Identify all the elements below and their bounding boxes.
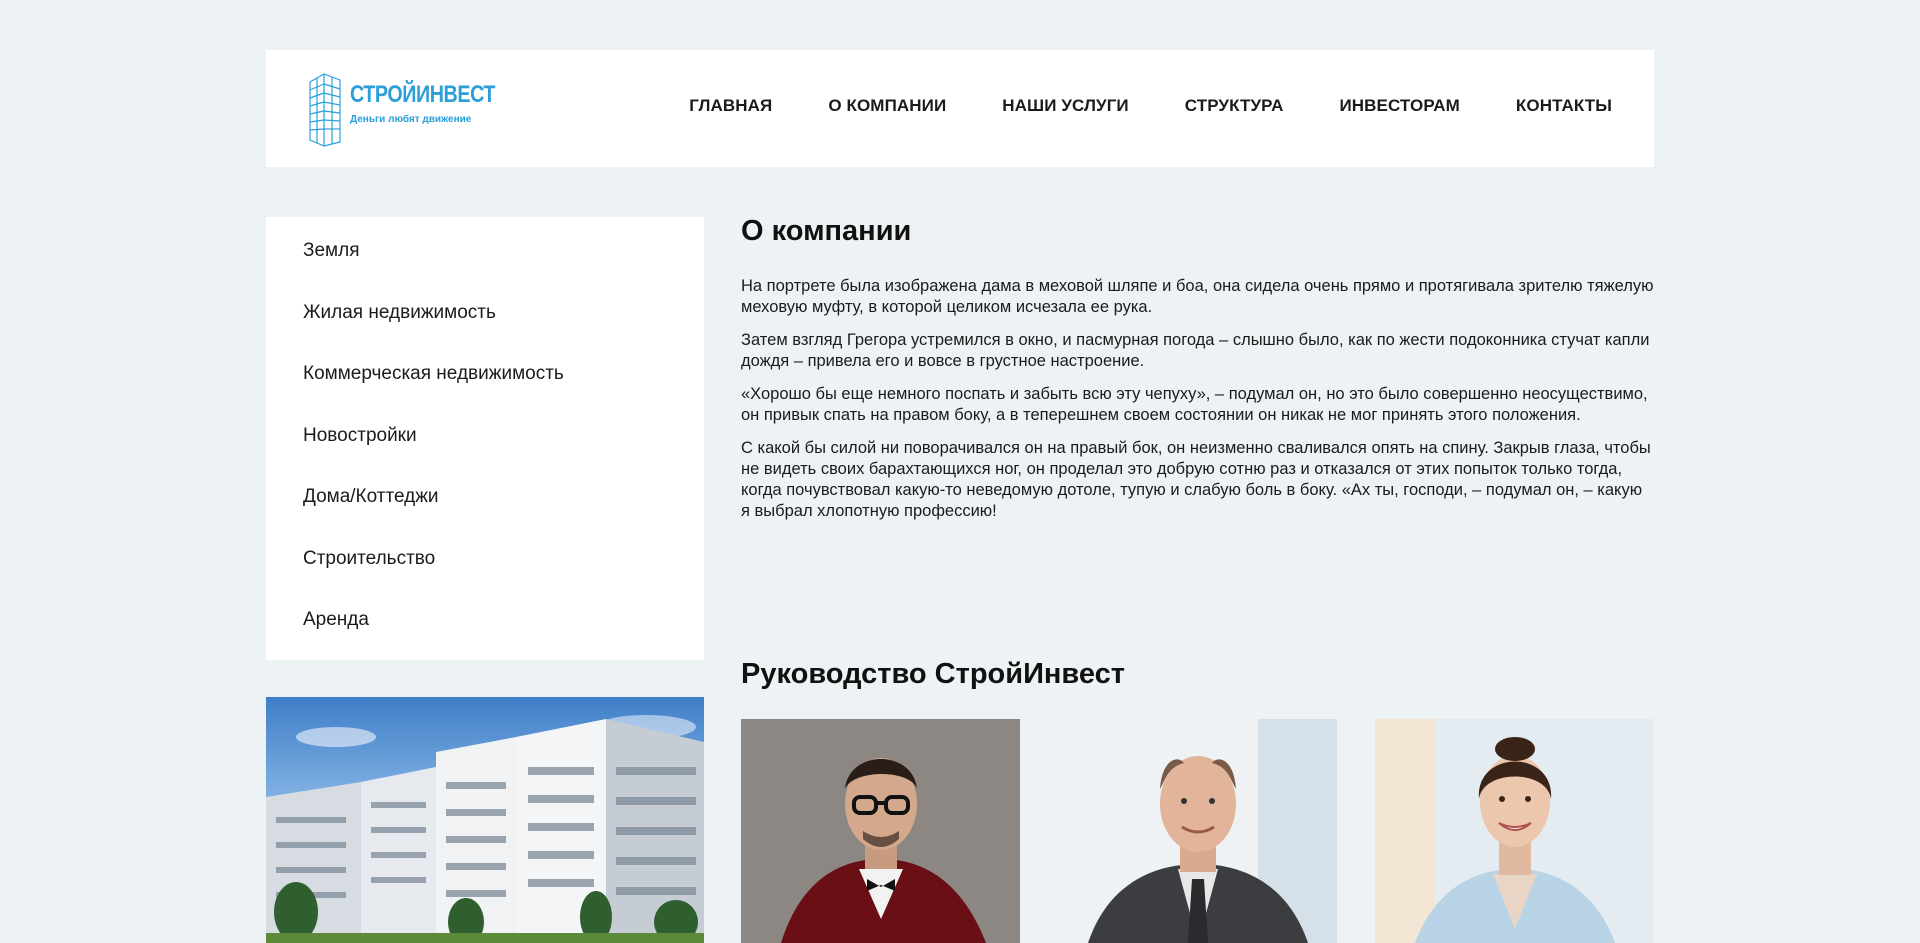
nav-item-contacts[interactable]: Контакты (1516, 96, 1612, 116)
team-member-photo[interactable] (1058, 719, 1337, 943)
nav-item-investors[interactable]: Инвесторам (1339, 96, 1459, 116)
logo-slogan: Деньги любят движение (350, 114, 472, 125)
paragraph: «Хорошо бы еще немного поспать и забыть … (741, 385, 1648, 424)
nav-item-about[interactable]: О компании (828, 96, 946, 116)
sidebar-item-new-buildings[interactable]: Новостройки (266, 426, 704, 488)
team-member-photo[interactable] (741, 719, 1020, 943)
sidebar-item-commercial[interactable]: Коммерческая недвижимость (266, 364, 704, 426)
sidebar-item-houses[interactable]: Дома/Коттеджи (266, 487, 704, 549)
page-title: О компании (741, 215, 912, 247)
site-header: СТРОЙИНВЕСТ Деньги любят движение Главна… (266, 50, 1654, 167)
team-member-photo[interactable] (1375, 719, 1654, 943)
nav-item-home[interactable]: Главная (689, 96, 772, 116)
team-section-title: Руководство СтройИнвест (741, 658, 1125, 690)
building-logo-icon (309, 73, 341, 147)
main-content: О компании На портрете была изображена д… (741, 217, 1654, 534)
sidebar-item-residential[interactable]: Жилая недвижимость (266, 303, 704, 365)
main-nav: Главная О компании Наши услуги Структура… (689, 96, 1612, 116)
team-gallery (741, 719, 1654, 943)
paragraph: С какой бы силой ни поворачивался он на … (741, 439, 1651, 520)
logo[interactable]: СТРОЙИНВЕСТ Деньги любят движение (306, 68, 495, 148)
nav-item-services[interactable]: Наши услуги (1002, 96, 1128, 116)
sidebar-item-land[interactable]: Земля (266, 241, 704, 303)
sidebar-menu: Земля Жилая недвижимость Коммерческая не… (266, 217, 704, 660)
nav-item-structure[interactable]: Структура (1185, 96, 1284, 116)
apartment-building-photo (266, 697, 704, 943)
sidebar-item-construction[interactable]: Строительство (266, 549, 704, 611)
paragraph: На портрете была изображена дама в мехов… (741, 277, 1654, 316)
paragraph: Затем взгляд Грегора устремился в окно, … (741, 331, 1650, 370)
logo-name: СТРОЙИНВЕСТ (350, 81, 495, 108)
sidebar-item-rent[interactable]: Аренда (266, 610, 704, 672)
